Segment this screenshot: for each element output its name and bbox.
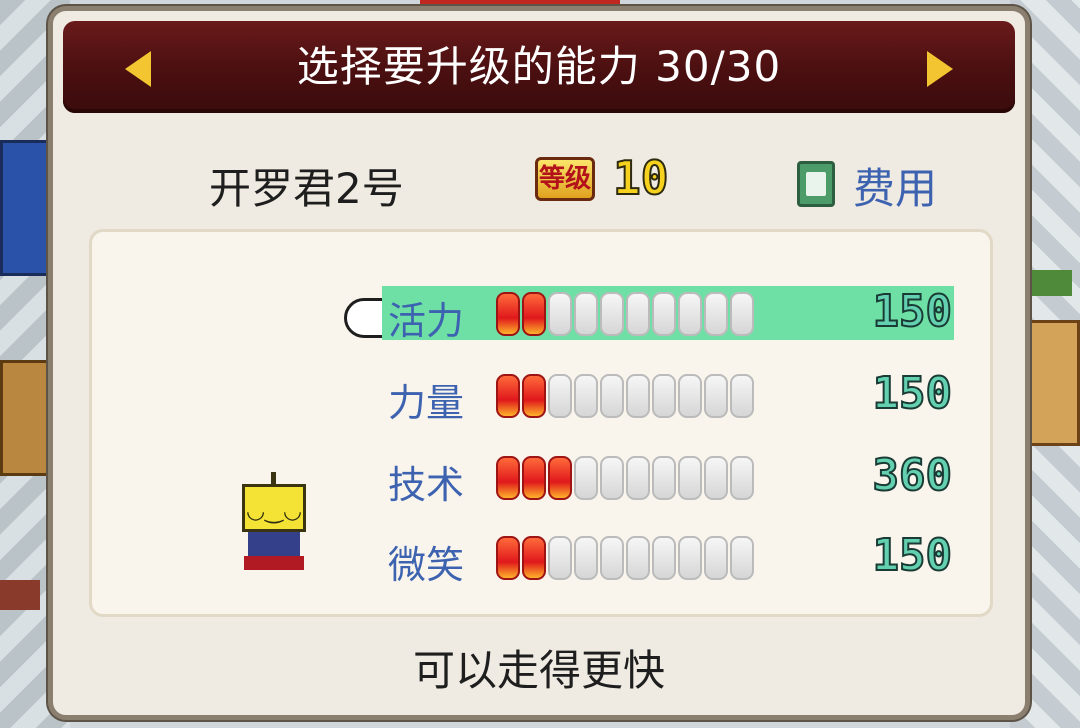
stat-segment-filled — [522, 456, 546, 500]
stat-segment-empty — [600, 292, 624, 336]
background-building-blue — [0, 140, 54, 276]
stat-cost-value: 360 — [872, 449, 953, 502]
upgrade-dialog: 选择要升级的能力 30/30 开罗君2号 等级 10 费用 ◡‿◡ 活力 150 力… — [48, 6, 1030, 720]
stat-row[interactable]: 力量 150 — [92, 367, 996, 425]
character-name: 开罗君2号 — [209, 164, 404, 213]
stat-segment-empty — [678, 374, 702, 418]
stat-segment-empty — [600, 536, 624, 580]
stat-name: 力量 — [388, 381, 465, 425]
stat-name: 技术 — [388, 463, 465, 507]
stat-segment-empty — [730, 456, 754, 500]
title-bar: 选择要升级的能力 30/30 — [63, 21, 1015, 113]
stat-segment-empty — [704, 374, 728, 418]
stat-bar — [496, 374, 756, 418]
stat-description: 可以走得更快 — [412, 646, 665, 695]
stat-cost-value: 150 — [872, 529, 953, 582]
stat-segment-empty — [574, 456, 598, 500]
stat-segment-empty — [626, 456, 650, 500]
stat-segment-empty — [626, 536, 650, 580]
stat-segment-filled — [496, 292, 520, 336]
stat-segment-empty — [600, 374, 624, 418]
cost-button[interactable]: 费用 — [853, 155, 937, 216]
stat-segment-empty — [574, 292, 598, 336]
stat-segment-empty — [652, 536, 676, 580]
stat-segment-filled — [522, 536, 546, 580]
level-value: 10 — [612, 150, 669, 206]
stat-bar — [496, 292, 756, 336]
stat-segment-filled — [496, 536, 520, 580]
stat-row[interactable]: 微笑 150 — [92, 529, 996, 587]
stat-cost-value: 150 — [872, 367, 953, 420]
stat-segment-empty — [574, 374, 598, 418]
stat-segment-empty — [652, 374, 676, 418]
stat-segment-empty — [678, 456, 702, 500]
stat-segment-filled — [548, 456, 572, 500]
dialog-title: 选择要升级的能力 30/30 — [296, 42, 782, 91]
stat-segment-empty — [626, 292, 650, 336]
stat-bar — [496, 456, 756, 500]
stat-segment-empty — [600, 456, 624, 500]
level-badge: 等级 — [535, 157, 595, 201]
background-object — [0, 580, 40, 610]
stat-row[interactable]: 技术 360 — [92, 449, 996, 507]
stat-segment-filled — [496, 456, 520, 500]
stat-segment-empty — [704, 456, 728, 500]
stat-segment-empty — [652, 456, 676, 500]
stat-segment-filled — [522, 374, 546, 418]
stat-segment-empty — [678, 292, 702, 336]
stat-segment-empty — [730, 374, 754, 418]
stat-segment-empty — [730, 536, 754, 580]
stat-segment-empty — [574, 536, 598, 580]
next-arrow-icon[interactable] — [927, 51, 953, 87]
stat-cost-value: 150 — [872, 285, 953, 338]
stat-segment-empty — [548, 292, 572, 336]
stat-row[interactable]: 活力 150 — [92, 285, 996, 343]
stat-segment-empty — [626, 374, 650, 418]
stat-segment-empty — [704, 292, 728, 336]
stat-segment-empty — [730, 292, 754, 336]
stat-bar — [496, 536, 756, 580]
stats-panel: ◡‿◡ 活力 150 力量 150 技术 360 微笑 150 — [89, 229, 993, 617]
stat-segment-empty — [704, 536, 728, 580]
cost-book-icon[interactable] — [797, 161, 835, 207]
background-plant — [1028, 270, 1072, 296]
stat-segment-filled — [496, 374, 520, 418]
stat-segment-empty — [652, 292, 676, 336]
stat-name: 活力 — [388, 299, 465, 343]
stat-segment-empty — [548, 374, 572, 418]
stat-segment-filled — [522, 292, 546, 336]
stat-name: 微笑 — [388, 543, 465, 587]
stat-segment-empty — [678, 536, 702, 580]
stat-segment-empty — [548, 536, 572, 580]
